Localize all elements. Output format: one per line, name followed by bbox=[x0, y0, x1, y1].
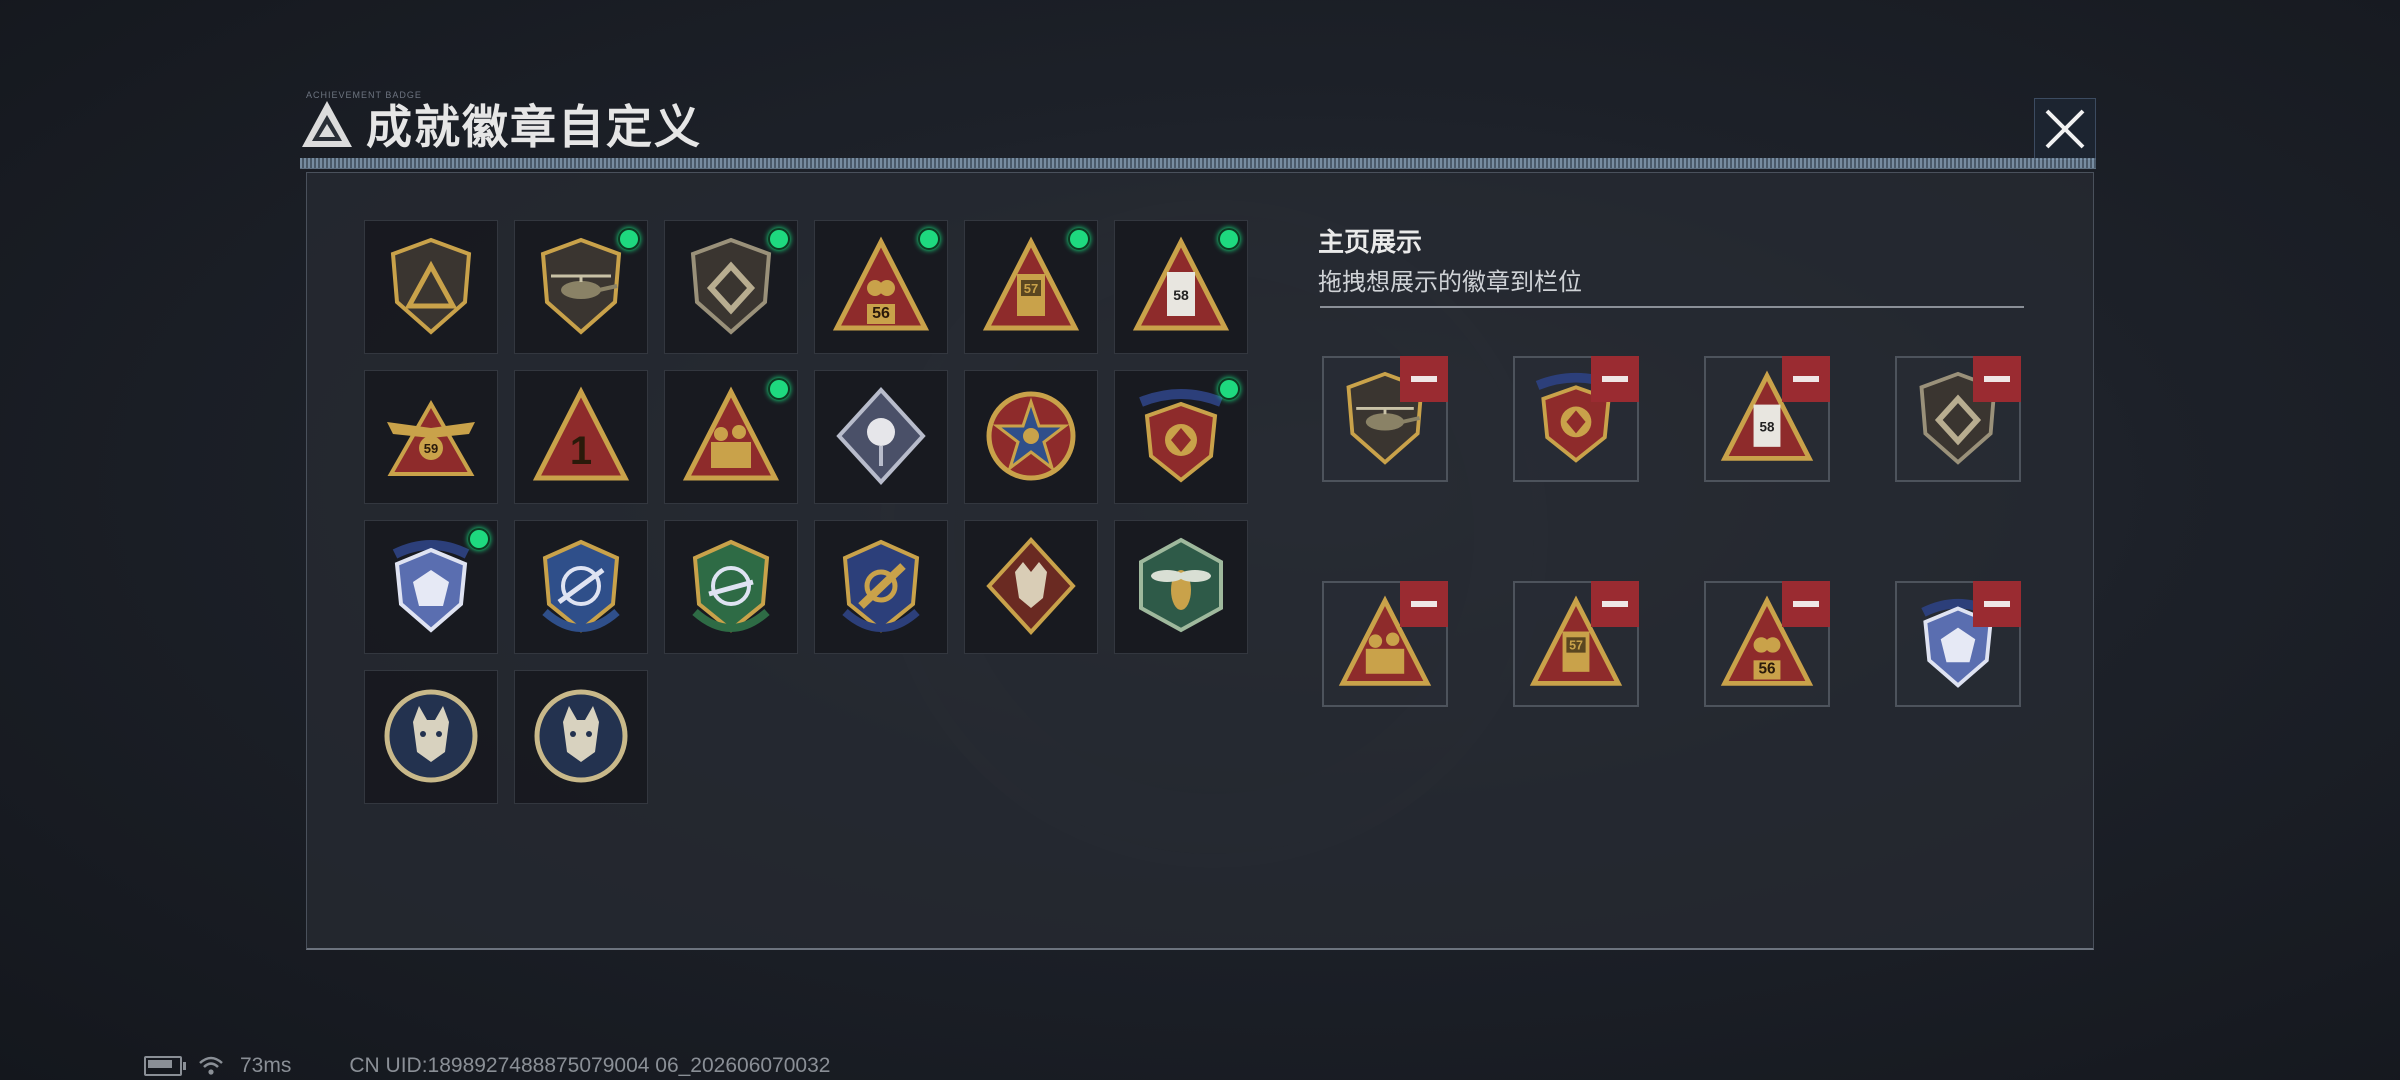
badge-rose-diamond-badge[interactable] bbox=[814, 370, 948, 504]
showcase-subtitle: 拖拽想展示的徽章到栏位 bbox=[1318, 269, 1582, 296]
badge-star-crest-badge[interactable] bbox=[1114, 370, 1248, 504]
svg-text:59: 59 bbox=[424, 441, 438, 456]
selected-indicator-dot bbox=[468, 528, 490, 550]
badge-wolf-diamond-badge[interactable] bbox=[964, 520, 1098, 654]
badge-lynx-round-badge-2[interactable] bbox=[514, 670, 648, 804]
hornet-hexagon-badge-icon bbox=[1139, 537, 1223, 633]
badge-diamond-shield-badge[interactable] bbox=[664, 220, 798, 354]
remove-badge-button[interactable] bbox=[1973, 356, 2021, 402]
triangle-56-badge-icon: 56 bbox=[832, 236, 930, 331]
badge-gold-crossed-crest-badge[interactable] bbox=[814, 520, 948, 654]
showcase-slot-7[interactable]: 56 bbox=[1704, 581, 1830, 707]
blue-gem-crest-badge-icon bbox=[392, 540, 470, 633]
diamond-shield-badge-icon bbox=[690, 237, 772, 335]
minus-icon bbox=[1411, 601, 1437, 607]
title-bar: 成就徽章自定义 bbox=[300, 92, 702, 156]
status-bar: 73ms CN UID:1898927488875079004 06_20260… bbox=[144, 1054, 830, 1078]
soldiers-triangle-badge-icon bbox=[682, 386, 780, 481]
showcase-slot-1[interactable] bbox=[1322, 356, 1448, 482]
triangle-57-badge-icon: 57 bbox=[982, 236, 1080, 331]
green-crosshair-crest-badge-icon bbox=[692, 539, 770, 633]
badge-star-medal-badge[interactable] bbox=[964, 370, 1098, 504]
svg-text:57: 57 bbox=[1569, 639, 1583, 653]
showcase-slot-2[interactable] bbox=[1513, 356, 1639, 482]
svg-text:56: 56 bbox=[1758, 661, 1775, 678]
selected-indicator-dot bbox=[1218, 228, 1240, 250]
svg-text:1: 1 bbox=[570, 429, 592, 473]
remove-badge-button[interactable] bbox=[1782, 581, 1830, 627]
battery-icon bbox=[144, 1056, 186, 1076]
badge-triangle-57-badge[interactable]: 57 bbox=[964, 220, 1098, 354]
rose-diamond-badge-icon bbox=[836, 387, 926, 485]
badge-triangle-58-badge[interactable]: 58 bbox=[1114, 220, 1248, 354]
badge-triangle-56-badge[interactable]: 56 bbox=[814, 220, 948, 354]
minus-icon bbox=[1793, 601, 1819, 607]
selected-indicator-dot bbox=[618, 228, 640, 250]
badge-green-crosshair-crest-badge[interactable] bbox=[664, 520, 798, 654]
badge-lynx-round-badge[interactable] bbox=[364, 670, 498, 804]
winged-59-badge-icon: 59 bbox=[387, 399, 475, 476]
minus-icon bbox=[1984, 601, 2010, 607]
lynx-round-badge-2-icon bbox=[534, 689, 628, 783]
remove-badge-button[interactable] bbox=[1591, 581, 1639, 627]
selected-indicator-dot bbox=[768, 228, 790, 250]
minus-icon bbox=[1793, 376, 1819, 382]
wifi-icon bbox=[199, 1056, 223, 1075]
lynx-round-badge-icon bbox=[384, 689, 478, 783]
wolf-diamond-badge-icon bbox=[986, 537, 1076, 635]
triangle-number-1-badge-icon: 1 bbox=[532, 386, 630, 481]
svg-text:56: 56 bbox=[872, 305, 890, 322]
remove-badge-button[interactable] bbox=[1591, 356, 1639, 402]
showcase-slot-3[interactable]: 58 bbox=[1704, 356, 1830, 482]
selected-indicator-dot bbox=[918, 228, 940, 250]
minus-icon bbox=[1602, 601, 1628, 607]
close-icon bbox=[2045, 109, 2085, 149]
title-divider bbox=[300, 158, 2096, 169]
showcase-slot-6[interactable]: 57 bbox=[1513, 581, 1639, 707]
remove-badge-button[interactable] bbox=[1400, 356, 1448, 402]
remove-badge-button[interactable] bbox=[1400, 581, 1448, 627]
minus-icon bbox=[1411, 376, 1437, 382]
badge-blue-crosshair-crest-badge[interactable] bbox=[514, 520, 648, 654]
badge-blue-gem-crest-badge[interactable] bbox=[364, 520, 498, 654]
minus-icon bbox=[1602, 376, 1628, 382]
minus-icon bbox=[1984, 376, 2010, 382]
selected-indicator-dot bbox=[1068, 228, 1090, 250]
triangle-logo-icon bbox=[302, 101, 352, 147]
badge-hornet-hexagon-badge[interactable] bbox=[1114, 520, 1248, 654]
svg-text:58: 58 bbox=[1760, 419, 1775, 434]
star-medal-badge-icon bbox=[986, 391, 1076, 481]
triangle-58-badge-icon: 58 bbox=[1132, 236, 1230, 331]
close-button[interactable] bbox=[2034, 98, 2096, 160]
star-crest-badge-icon bbox=[1139, 389, 1223, 483]
showcase-slot-8[interactable] bbox=[1895, 581, 2021, 707]
uid-text: CN UID:1898927488875079004 06_2026060700… bbox=[349, 1054, 831, 1077]
shield-logo-badge-icon bbox=[390, 237, 472, 335]
ping-value: 73ms bbox=[240, 1054, 292, 1077]
badge-triangle-number-1-badge[interactable]: 1 bbox=[514, 370, 648, 504]
selected-indicator-dot bbox=[1218, 378, 1240, 400]
badge-soldiers-triangle-badge[interactable] bbox=[664, 370, 798, 504]
showcase-slot-5[interactable] bbox=[1322, 581, 1448, 707]
badge-helicopter-shield-badge[interactable] bbox=[514, 220, 648, 354]
showcase-divider bbox=[1320, 306, 2024, 308]
remove-badge-button[interactable] bbox=[1973, 581, 2021, 627]
badge-shield-logo-badge[interactable] bbox=[364, 220, 498, 354]
svg-text:57: 57 bbox=[1024, 281, 1038, 296]
svg-text:58: 58 bbox=[1173, 287, 1189, 303]
remove-badge-button[interactable] bbox=[1782, 356, 1830, 402]
showcase-slot-4[interactable] bbox=[1895, 356, 2021, 482]
selected-indicator-dot bbox=[768, 378, 790, 400]
page-title: 成就徽章自定义 bbox=[366, 100, 702, 154]
gold-crossed-crest-badge-icon bbox=[842, 539, 920, 633]
helicopter-shield-badge-icon bbox=[540, 237, 622, 335]
showcase-title: 主页展示 bbox=[1318, 227, 1423, 257]
badge-winged-59-badge[interactable]: 59 bbox=[364, 370, 498, 504]
blue-crosshair-crest-badge-icon bbox=[542, 539, 620, 633]
